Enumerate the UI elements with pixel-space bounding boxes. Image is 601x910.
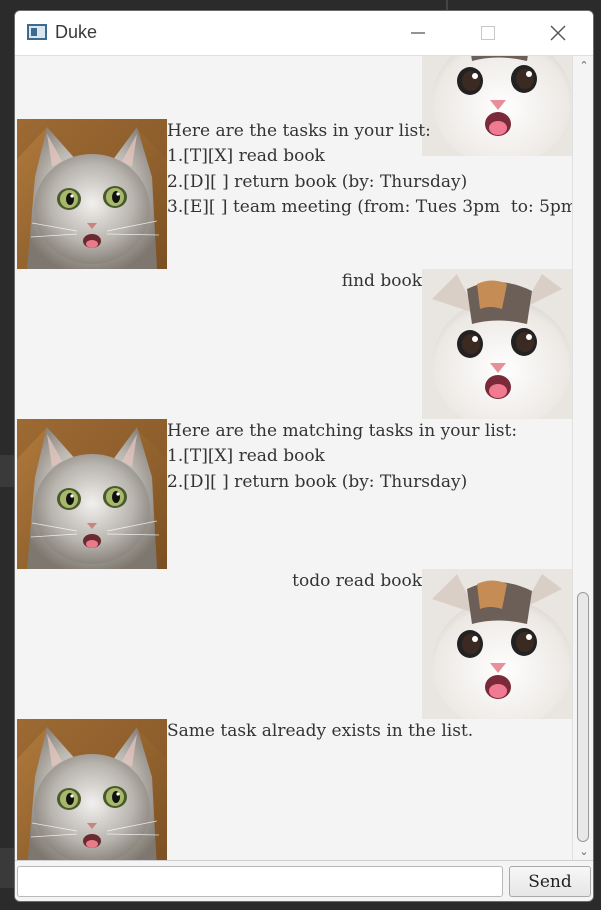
- message-line: 1.[T][X] read book: [167, 146, 325, 167]
- title-bar[interactable]: Duke: [15, 11, 593, 56]
- duke-message-text: Here are the matching tasks in your list…: [167, 419, 517, 495]
- input-bar: Send: [15, 860, 593, 901]
- scrollbar-thumb[interactable]: [577, 592, 589, 842]
- chat-scroll-pane[interactable]: Here are the tasks in your list: 1.[T][X]…: [15, 56, 572, 860]
- message-line: Here are the matching tasks in your list…: [167, 421, 518, 441]
- user-input-field[interactable]: [17, 866, 503, 897]
- message-line: 2.[D][ ] return book (by: Thursday): [167, 171, 468, 192]
- duke-dialog-box: Here are the tasks in your list: 1.[T][X]…: [15, 119, 572, 269]
- duke-message-text: Here are the tasks in your list: 1.[T][X]…: [167, 119, 572, 221]
- calico-cat-avatar: [422, 269, 572, 429]
- minimize-button[interactable]: [395, 11, 441, 55]
- minimize-icon: [411, 32, 425, 34]
- user-dialog-box: todo read book: [15, 569, 572, 729]
- close-button[interactable]: [535, 11, 581, 55]
- scroll-up-arrow-icon[interactable]: ⌃: [577, 58, 591, 72]
- gray-kitten-avatar: [17, 419, 167, 569]
- gray-kitten-avatar: [17, 719, 167, 860]
- duke-message-text: Same task already exists in the list.: [167, 719, 473, 744]
- message-line: Same task already exists in the list.: [167, 721, 474, 741]
- user-message-text: find book: [342, 269, 422, 294]
- user-message-text: todo read book: [292, 569, 422, 594]
- send-button[interactable]: Send: [509, 866, 591, 897]
- close-icon: [550, 25, 566, 41]
- calico-cat-avatar: [422, 569, 572, 729]
- user-dialog-box: find book: [15, 269, 572, 429]
- maximize-icon: [481, 26, 495, 40]
- vertical-scrollbar[interactable]: ⌃ ⌄: [572, 56, 593, 860]
- background-divider: [446, 0, 448, 10]
- maximize-button[interactable]: [465, 11, 511, 55]
- message-line: find book: [341, 271, 422, 291]
- background-window-strip: [0, 848, 14, 888]
- background-window-strip: [0, 455, 14, 487]
- message-line: Here are the tasks in your list:: [167, 121, 431, 141]
- duke-dialog-box: Same task already exists in the list.: [15, 719, 572, 860]
- message-line: 2.[D][ ] return book (by: Thursday): [167, 471, 468, 492]
- duke-dialog-box: Here are the matching tasks in your list…: [15, 419, 572, 569]
- message-line: 3.[E][ ] team meeting (from: Tues 3pm to…: [167, 197, 572, 218]
- message-line: todo read book: [292, 571, 422, 591]
- message-line: 1.[T][X] read book: [167, 446, 325, 467]
- scroll-down-arrow-icon[interactable]: ⌄: [577, 844, 591, 858]
- app-window: Duke Here are the tasks in your list: 1.[…: [14, 10, 594, 902]
- gray-kitten-avatar: [17, 119, 167, 269]
- app-icon: [27, 24, 47, 40]
- window-title: Duke: [55, 22, 98, 42]
